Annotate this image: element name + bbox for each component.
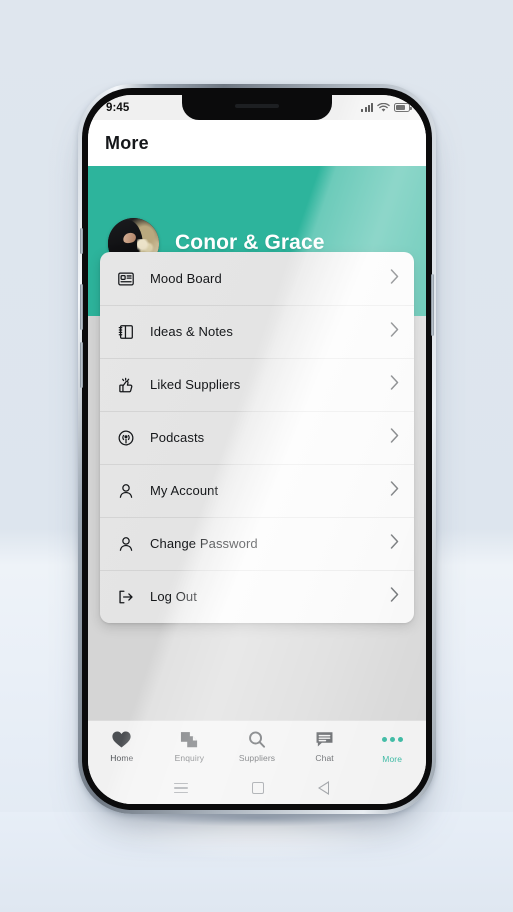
- notebook-icon: [116, 322, 136, 342]
- main-content: Mood Board Ideas & Notes Liked Suppliers…: [88, 252, 426, 720]
- mood-board-icon: [116, 269, 136, 289]
- tab-label: Enquiry: [174, 753, 205, 763]
- menu-card: Mood Board Ideas & Notes Liked Suppliers…: [100, 252, 414, 623]
- person-icon: [116, 534, 136, 554]
- heart-icon: [112, 731, 131, 748]
- menu-item-ideas-notes[interactable]: Ideas & Notes: [100, 305, 414, 358]
- menu-item-log-out[interactable]: Log Out: [100, 570, 414, 623]
- person-icon: [116, 481, 136, 501]
- menu-lines-icon[interactable]: [174, 782, 189, 794]
- wifi-icon: [377, 102, 390, 112]
- bottom-tab-bar: Home Enquiry Suppliers Chat More: [88, 720, 426, 772]
- menu-item-change-password[interactable]: Change Password: [100, 517, 414, 570]
- menu-item-podcasts[interactable]: Podcasts: [100, 411, 414, 464]
- menu-item-liked-suppliers[interactable]: Liked Suppliers: [100, 358, 414, 411]
- tab-label: More: [382, 753, 403, 764]
- android-navigation-bar: [88, 772, 426, 804]
- app-header: More: [88, 120, 426, 166]
- chevron-right-icon: [389, 374, 400, 396]
- tab-suppliers[interactable]: Suppliers: [223, 721, 291, 772]
- search-icon: [249, 731, 266, 748]
- menu-item-label: My Account: [150, 483, 219, 498]
- phone-bezel: 9:45 More Conor & Grace Mood Board Ideas…: [80, 88, 434, 810]
- logout-icon: [116, 587, 136, 607]
- menu-item-mood-board[interactable]: Mood Board: [100, 252, 414, 305]
- chevron-right-icon: [389, 480, 400, 502]
- menu-item-label: Podcasts: [150, 430, 205, 445]
- chevron-right-icon: [389, 268, 400, 290]
- page-title: More: [105, 132, 149, 153]
- chevron-right-icon: [389, 533, 400, 555]
- chevron-right-icon: [389, 586, 400, 608]
- status-icons: [361, 102, 412, 113]
- power-button[interactable]: [431, 274, 434, 336]
- more-dots-icon: [381, 730, 403, 750]
- podcast-icon: [116, 428, 136, 448]
- menu-item-label: Liked Suppliers: [150, 377, 241, 392]
- square-home-icon[interactable]: [252, 782, 265, 794]
- menu-item-label: Mood Board: [150, 271, 222, 286]
- thumbs-up-icon: [116, 375, 136, 395]
- phone-screen: 9:45 More Conor & Grace Mood Board Ideas…: [88, 95, 426, 804]
- menu-item-my-account[interactable]: My Account: [100, 464, 414, 517]
- tab-home[interactable]: Home: [88, 721, 156, 772]
- menu-item-label: Log Out: [150, 589, 197, 604]
- tab-chat[interactable]: Chat: [291, 721, 359, 772]
- volume-up-button[interactable]: [80, 284, 83, 330]
- signal-bars-icon: [361, 103, 373, 112]
- silent-switch[interactable]: [80, 228, 83, 254]
- chevron-right-icon: [389, 321, 400, 343]
- tab-label: Chat: [315, 753, 334, 763]
- tab-label: Suppliers: [238, 753, 276, 763]
- volume-down-button[interactable]: [80, 342, 83, 388]
- menu-item-label: Ideas & Notes: [150, 324, 233, 339]
- chevron-right-icon: [389, 427, 400, 449]
- status-time: 9:45: [106, 101, 130, 114]
- back-triangle-icon[interactable]: [317, 781, 340, 795]
- tab-more[interactable]: More: [358, 721, 426, 772]
- chat-icon: [316, 732, 333, 747]
- tab-label: Home: [110, 753, 134, 763]
- phone-device-frame: 9:45 More Conor & Grace Mood Board Ideas…: [78, 84, 436, 814]
- battery-icon: [394, 103, 412, 112]
- floor-reflection: [0, 812, 513, 912]
- tab-enquiry[interactable]: Enquiry: [156, 721, 224, 772]
- earpiece-speaker: [235, 104, 279, 108]
- documents-icon: [180, 732, 197, 748]
- device-notch: [182, 95, 332, 120]
- menu-item-label: Change Password: [150, 536, 258, 551]
